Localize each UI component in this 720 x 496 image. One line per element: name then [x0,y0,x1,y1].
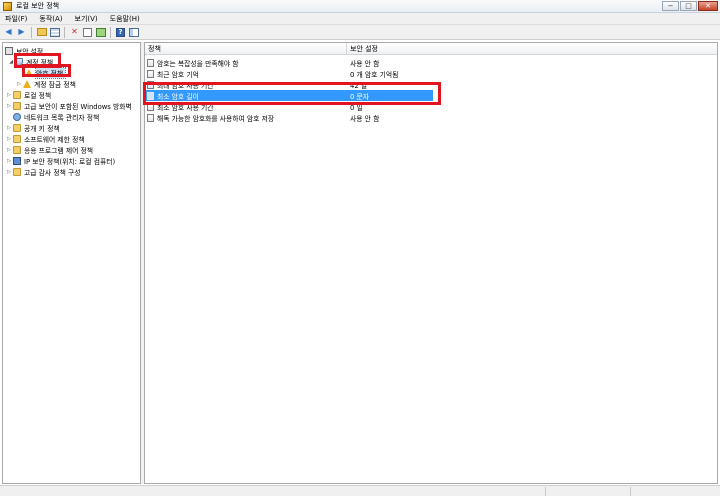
window-title: 로컬 보안 정책 [16,2,60,10]
policy-icon [147,69,154,78]
column-header-security-setting[interactable]: 보안 설정 [347,43,717,55]
menu-bar: 파일(F) 동작(A) 보기(V) 도움말(H) [0,13,720,25]
help-icon[interactable]: ? [115,27,126,38]
tree-item-account-policies[interactable]: ◢ 계정 정책 [8,56,53,67]
tree-item-ip-security[interactable]: ▷ IP 보안 정책(위치: 로컬 컴퓨터) [6,155,115,166]
tree-item-advanced-audit[interactable]: ▷ 고급 감사 정책 구성 [6,166,81,177]
collapsed-arrow-icon[interactable]: ▷ [6,169,12,175]
sort-ascending-icon: ^ [242,42,248,47]
ip-security-icon [13,156,21,165]
menu-file[interactable]: 파일(F) [5,14,27,24]
table-row[interactable]: 해독 가능한 암호화를 사용하여 암호 저장 사용 안 함 [145,112,717,123]
app-icon [3,1,12,11]
forward-arrow-icon[interactable]: ▶ [16,27,27,38]
menu-action[interactable]: 동작(A) [39,14,62,24]
folder-icon [13,167,21,176]
policy-icon [147,58,154,67]
menu-view[interactable]: 보기(V) [75,14,98,24]
folder-icon [13,90,21,99]
table-row[interactable]: 최근 암호 기억 0 개 암호 기억됨 [145,68,717,79]
column-header-policy[interactable]: 정책 ^ [145,43,347,55]
folder-icon [13,145,21,154]
collapsed-arrow-icon[interactable]: ▷ [6,125,12,131]
table-row-selected[interactable]: 최소 암호 길이 0 문자 [145,90,717,101]
back-arrow-icon[interactable]: ◀ [3,27,14,38]
close-button[interactable]: ✕ [698,1,718,11]
title-bar: 로컬 보안 정책 − □ ✕ [0,0,720,13]
toolbar-separator [31,26,32,38]
tree-item-software-restriction[interactable]: ▷ 소프트웨어 제한 정책 [6,133,85,144]
table-row[interactable]: 암호는 복잡성을 만족해야 함 사용 안 함 [145,57,717,68]
collapsed-arrow-icon[interactable]: ▷ [6,92,12,98]
tree-item-local-policies[interactable]: ▷ 로컬 정책 [6,89,51,100]
shield-icon [15,57,23,66]
status-bar [0,485,720,496]
policy-icon [147,80,154,89]
collapsed-arrow-icon[interactable]: ▷ [6,103,12,109]
tree-item-network-list-manager[interactable]: 네트워크 목록 관리자 정책 [13,111,99,122]
toolbar: ◀ ▶ ✕ ? [0,25,720,40]
folder-icon [13,134,21,143]
properties-icon[interactable] [82,27,93,38]
tree-item-windows-firewall[interactable]: ▷ 고급 보안이 포함된 Windows 방화벽 [6,100,132,111]
policy-icon [147,102,154,111]
tree-pane[interactable]: 보안 설정 ◢ 계정 정책 암호 정책 ▷ 계정 잠금 정책 ▷ 로컬 정책 ▷… [2,42,141,484]
table-row[interactable]: 최소 암호 사용 기간 0 일 [145,101,717,112]
up-folder-icon[interactable] [36,27,47,38]
minimize-button[interactable]: − [662,1,679,11]
show-hide-tree-icon[interactable] [49,27,60,38]
computer-icon [5,46,13,55]
menu-help[interactable]: 도움말(H) [110,14,140,24]
folder-warning-icon [23,79,31,88]
tree-item-application-control[interactable]: ▷ 응용 프로그램 제어 정책 [6,144,93,155]
collapsed-arrow-icon[interactable]: ▷ [6,136,12,142]
toolbar-separator [64,26,65,38]
status-segment [630,487,631,496]
expanded-arrow-icon[interactable]: ◢ [8,59,14,65]
view-icon[interactable] [128,27,139,38]
policy-icon [147,113,154,122]
folder-icon [13,101,21,110]
export-list-icon[interactable] [95,27,106,38]
maximize-button[interactable]: □ [680,1,697,11]
tree-item-public-key-policies[interactable]: ▷ 공개 키 정책 [6,122,60,133]
table-row[interactable]: 최대 암호 사용 기간 42 일 [145,79,717,90]
folder-warning-icon [25,68,33,77]
network-icon [13,112,21,121]
window-controls: − □ ✕ [662,1,718,11]
delete-icon[interactable]: ✕ [69,27,80,38]
tree-item-password-policy[interactable]: 암호 정책 [25,66,67,79]
folder-icon [13,123,21,132]
policy-icon [147,91,154,100]
collapsed-arrow-icon[interactable]: ▷ [6,147,12,153]
toolbar-separator [110,26,111,38]
tree-item-security-settings[interactable]: 보안 설정 [5,45,43,56]
policy-list-pane: 정책 ^ 보안 설정 암호는 복잡성을 만족해야 함 사용 안 함 최근 암호 … [144,42,718,484]
collapsed-arrow-icon[interactable]: ▷ [6,158,12,164]
tree-item-account-lockout-policy[interactable]: ▷ 계정 잠금 정책 [16,78,76,89]
collapsed-arrow-icon[interactable]: ▷ [16,81,22,87]
status-segment [545,487,546,496]
